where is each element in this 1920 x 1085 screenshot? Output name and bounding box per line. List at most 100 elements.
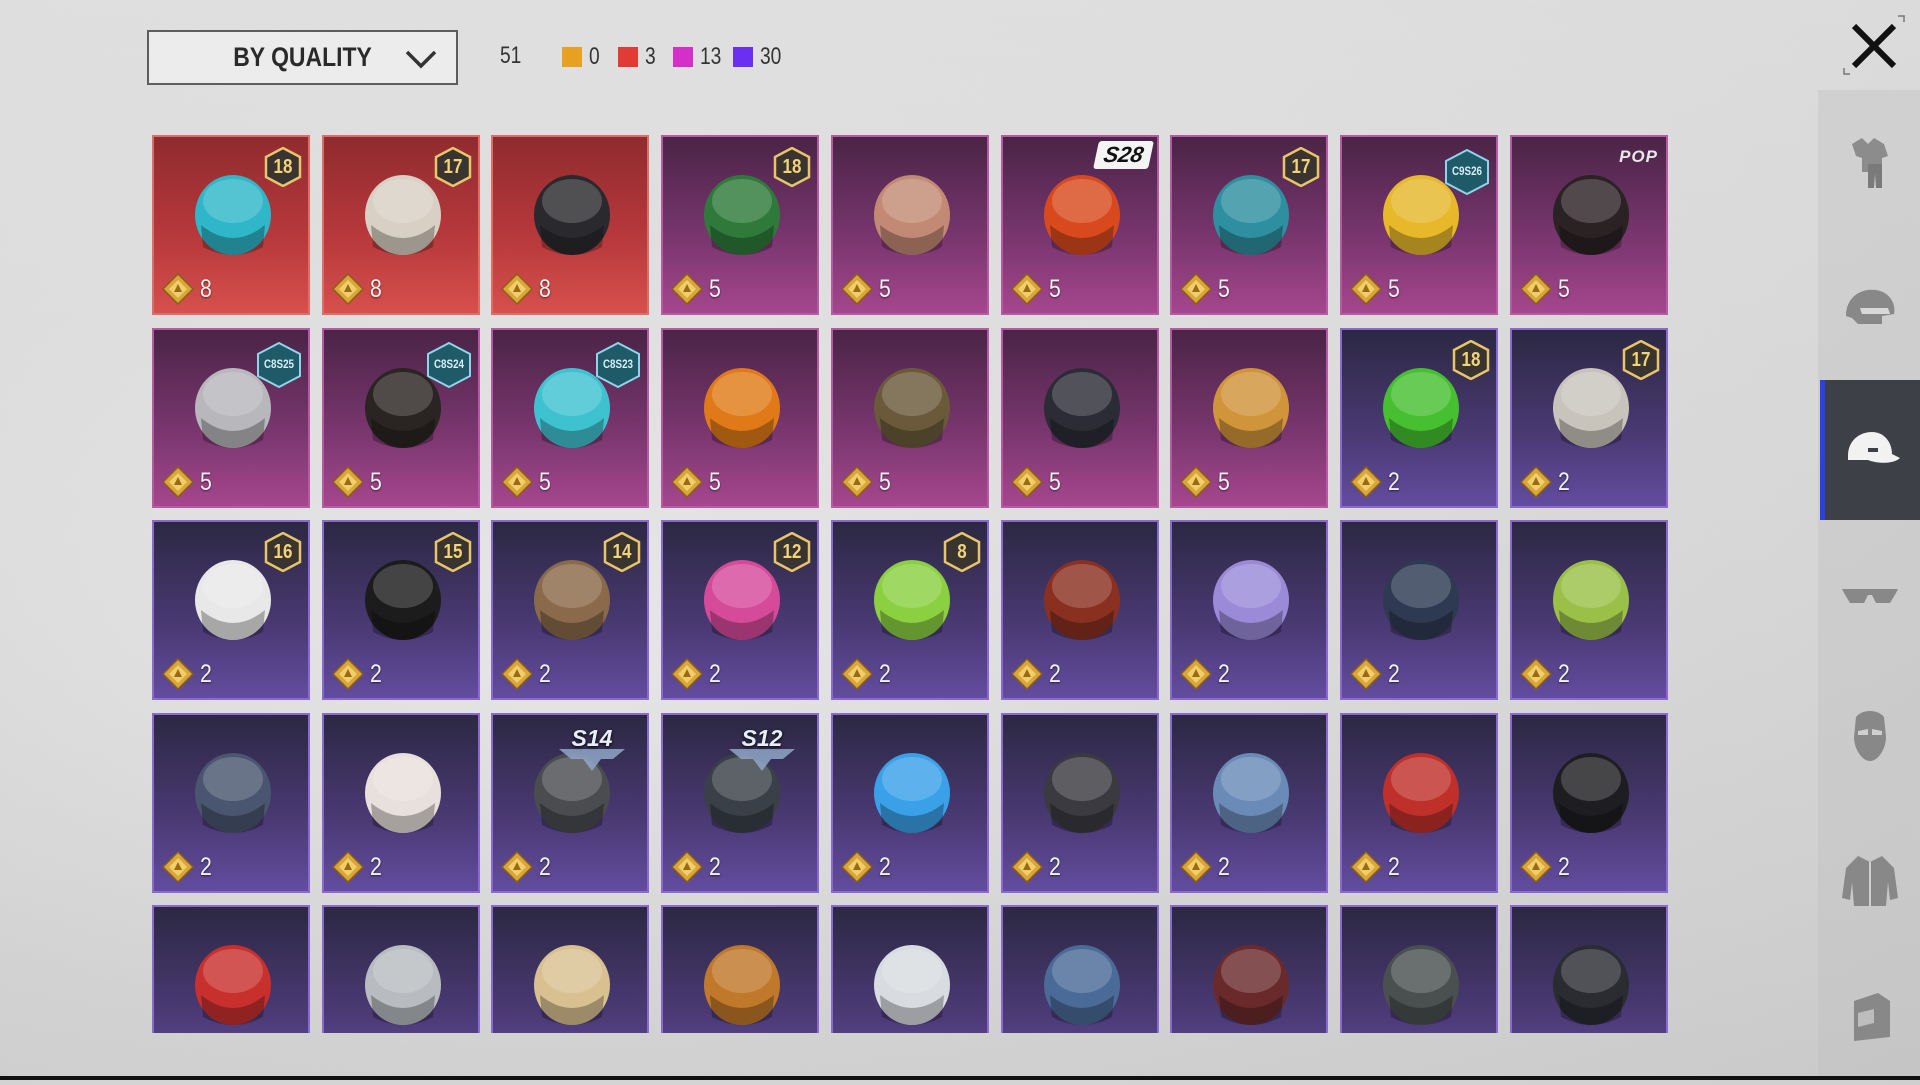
item-price: 8 [501,273,553,305]
category-tab-eyewear[interactable] [1820,525,1920,665]
category-tab-mask[interactable] [1820,665,1920,805]
item-card[interactable] [491,905,649,1033]
item-card[interactable]: 14 2 [491,520,649,700]
item-card[interactable]: 82 [831,520,989,700]
category-tab-outfit[interactable] [1820,92,1920,232]
coin-icon [671,851,703,883]
item-card[interactable]: 2 [1170,520,1328,700]
black-visor-helmet-icon [534,175,610,255]
item-card[interactable]: 2 [831,713,989,893]
item-card[interactable]: 17 8 [322,135,480,315]
item-card[interactable] [322,905,480,1033]
price-value: 5 [1218,467,1230,496]
item-card[interactable]: 2 [322,713,480,893]
blue-bunny-headband-icon [874,753,950,833]
coin-icon [162,273,194,305]
season-hex-badge: C8S25 [256,341,302,389]
price-value: 2 [200,852,212,881]
category-tab-jacket[interactable] [1820,810,1920,950]
item-card[interactable]: 8 [491,135,649,315]
price-value: 5 [709,467,721,496]
price-value: 5 [1049,274,1061,303]
coin-icon [1180,273,1212,305]
item-card[interactable] [1340,905,1498,1033]
quality-swatch [673,47,693,67]
level-badge: 16 [264,531,302,573]
item-card[interactable]: 2 [152,713,310,893]
item-card[interactable] [1170,905,1328,1033]
coin-icon [501,851,533,883]
dark-mask-helmet-icon [1044,368,1120,448]
item-card[interactable]: C9S26 5 [1340,135,1498,315]
blue-garrison-cap-icon [1044,945,1120,1025]
category-tab-backpack[interactable] [1820,945,1920,1085]
price-value: 2 [1218,852,1230,881]
item-card[interactable]: 2 [1510,713,1668,893]
coin-icon [1011,273,1043,305]
item-card[interactable]: 5 [1001,328,1159,508]
red-fedora-icon [195,945,271,1025]
category-tab-helmet[interactable] [1820,240,1920,380]
category-tab-headwear[interactable] [1820,380,1920,520]
orange-crown-icon [1044,175,1120,255]
item-card[interactable]: POP 5 [1510,135,1668,315]
item-card[interactable] [1001,905,1159,1033]
item-card[interactable]: C8S23 5 [491,328,649,508]
item-card[interactable] [152,905,310,1033]
item-card[interactable]: C8S24 5 [322,328,480,508]
item-card[interactable]: 15 2 [322,520,480,700]
item-price: 5 [841,273,893,305]
item-card[interactable]: 2 [1510,520,1668,700]
item-card[interactable]: 18 8 [152,135,310,315]
sort-dropdown[interactable]: BY QUALITY [147,30,458,85]
item-card[interactable]: C8S25 5 [152,328,310,508]
level-badge: 18 [1452,339,1490,381]
item-card[interactable] [831,905,989,1033]
quality-count-mythic: 3 [618,43,658,71]
price-value: 5 [879,467,891,496]
price-value: 2 [539,852,551,881]
level-badge: 8 [943,531,981,573]
coin-icon [1350,658,1382,690]
price-value: 2 [200,659,212,688]
item-card[interactable]: 2 [1340,713,1498,893]
jacket-icon [1842,856,1898,906]
close-button[interactable] [1842,14,1906,76]
item-card[interactable]: 2 [1170,713,1328,893]
item-card[interactable]: S14 2 [491,713,649,893]
item-card[interactable]: 5 [661,328,819,508]
outfit-icon [1852,138,1888,188]
item-card[interactable]: 2 [1001,520,1159,700]
item-card[interactable]: 16 2 [152,520,310,700]
item-card[interactable]: 12 2 [661,520,819,700]
item-card[interactable]: 18 5 [661,135,819,315]
item-card[interactable]: 18 2 [1340,328,1498,508]
item-card[interactable]: 5 [831,135,989,315]
item-price: 5 [671,273,723,305]
item-price: 2 [841,658,893,690]
item-card[interactable]: 17 5 [1170,135,1328,315]
item-card[interactable] [661,905,819,1033]
coin-icon [332,273,364,305]
item-card[interactable]: 5 [1170,328,1328,508]
item-card[interactable]: 2 [1340,520,1498,700]
kabuki-mask-icon [365,753,441,833]
pumpkin-head-icon [704,368,780,448]
mask-icon [1854,711,1886,761]
item-card[interactable]: S12 2 [661,713,819,893]
item-card[interactable]: 17 2 [1510,328,1668,508]
burger-hat-icon [704,945,780,1025]
item-price: 2 [1180,851,1232,883]
item-card[interactable]: 5 [831,328,989,508]
cowboy-robot-icon [874,368,950,448]
item-card[interactable] [1510,905,1668,1033]
price-value: 2 [709,659,721,688]
price-value: 5 [1558,274,1570,303]
coin-icon [1011,851,1043,883]
price-value: 2 [879,852,891,881]
coin-icon [841,658,873,690]
season-wing-badge: S12 [727,725,797,773]
item-card[interactable]: 2 [1001,713,1159,893]
item-card[interactable]: S28 5 [1001,135,1159,315]
coin-icon [671,658,703,690]
